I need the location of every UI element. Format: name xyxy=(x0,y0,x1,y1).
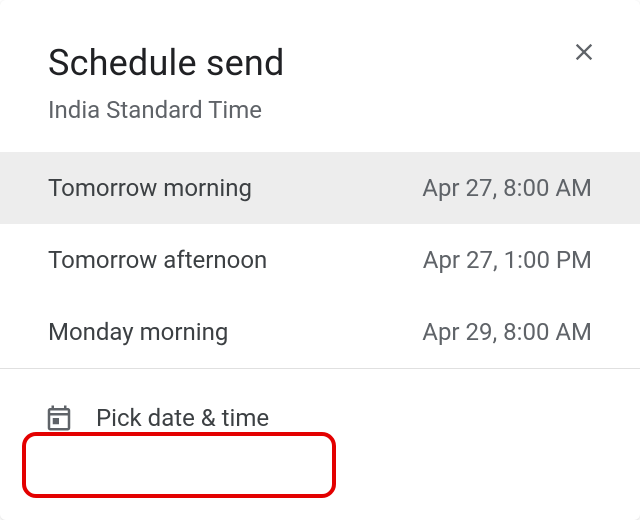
option-time: Apr 27, 8:00 AM xyxy=(422,174,592,202)
option-time: Apr 29, 8:00 AM xyxy=(422,318,592,346)
timezone-label: India Standard Time xyxy=(48,96,592,124)
dialog-footer: Pick date & time xyxy=(0,369,640,467)
dialog-header: Schedule send India Standard Time xyxy=(0,0,640,152)
option-tomorrow-afternoon[interactable]: Tomorrow afternoon Apr 27, 1:00 PM xyxy=(0,224,640,296)
option-label: Monday morning xyxy=(48,318,228,346)
schedule-send-dialog: Schedule send India Standard Time Tomorr… xyxy=(0,0,640,520)
option-label: Tomorrow afternoon xyxy=(48,246,267,274)
option-tomorrow-morning[interactable]: Tomorrow morning Apr 27, 8:00 AM xyxy=(0,152,640,224)
close-button[interactable] xyxy=(566,34,602,70)
option-label: Tomorrow morning xyxy=(48,174,252,202)
pick-date-time-button[interactable]: Pick date & time xyxy=(24,391,293,445)
option-time: Apr 27, 1:00 PM xyxy=(423,246,592,274)
option-monday-morning[interactable]: Monday morning Apr 29, 8:00 AM xyxy=(0,296,640,368)
schedule-options-list: Tomorrow morning Apr 27, 8:00 AM Tomorro… xyxy=(0,152,640,369)
dialog-title: Schedule send xyxy=(48,42,592,84)
close-icon xyxy=(570,38,598,66)
calendar-icon xyxy=(44,403,74,433)
pick-date-time-label: Pick date & time xyxy=(96,404,269,432)
